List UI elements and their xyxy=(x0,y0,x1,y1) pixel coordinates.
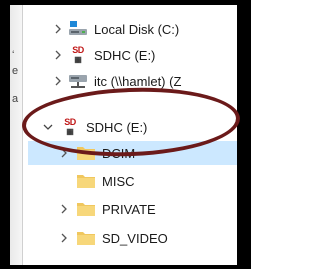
network-drive-icon xyxy=(68,72,88,90)
cropped-text-fragment: a xyxy=(12,93,19,105)
drive-icon xyxy=(68,19,88,37)
tree-item-label: itc (\\hamlet) (Z xyxy=(94,73,182,89)
tree-item-misc[interactable]: MISC xyxy=(28,169,237,193)
folder-icon xyxy=(76,172,96,190)
sdhc-card-icon: SD ▦ xyxy=(72,45,84,65)
chevron-right-icon[interactable] xyxy=(58,232,70,244)
cropped-left-pane: ‘ e a xyxy=(10,5,23,265)
tree-item-private[interactable]: PRIVATE xyxy=(28,197,237,221)
tree-item-label: SD_VIDEO xyxy=(102,230,168,246)
tree-item-label: Local Disk (C:) xyxy=(94,21,180,37)
chevron-right-icon[interactable] xyxy=(52,75,64,87)
cropped-text-fragment: ‘ xyxy=(12,49,15,61)
chevron-right-icon[interactable] xyxy=(58,203,70,215)
tree-item-label: SDHC (E:) xyxy=(94,47,156,63)
chevron-right-icon[interactable] xyxy=(52,49,64,61)
cropped-text-fragment: e xyxy=(12,65,19,77)
tree-item-sd-video[interactable]: SD_VIDEO xyxy=(28,226,237,250)
folder-icon xyxy=(76,200,96,218)
tree-item-local-disk[interactable]: Local Disk (C:) xyxy=(28,17,237,41)
tree-item-label: PRIVATE xyxy=(102,201,156,217)
tree-item-label: MISC xyxy=(102,173,135,189)
tree-item-sdhc[interactable]: SD ▦ SDHC (E:) xyxy=(28,43,237,67)
folder-icon xyxy=(76,229,96,247)
chevron-right-icon[interactable] xyxy=(52,23,64,35)
